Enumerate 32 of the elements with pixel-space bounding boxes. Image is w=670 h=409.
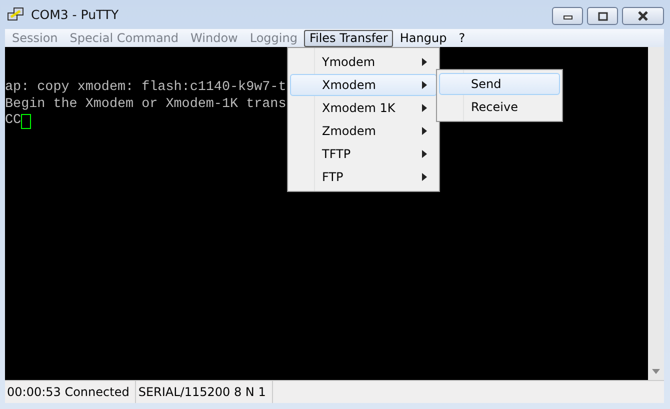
maximize-button[interactable] xyxy=(587,7,618,25)
close-icon xyxy=(637,11,649,21)
menu-item[interactable]: Hangup xyxy=(394,30,452,46)
maximize-icon xyxy=(598,12,608,20)
scrollbar[interactable] xyxy=(648,47,664,380)
menu-option[interactable]: TFTP xyxy=(290,143,437,165)
menu-item[interactable]: Files Transfer xyxy=(304,30,393,46)
submenu-arrow-icon xyxy=(422,58,427,66)
computer-icon xyxy=(7,6,25,22)
menu-option[interactable]: Ymodem xyxy=(290,51,437,73)
submenu-arrow-icon xyxy=(422,127,427,135)
status-text: SERIAL/115200 8 N 1 xyxy=(136,381,273,403)
terminal-text: CC xyxy=(5,113,22,130)
submenu-arrow-icon xyxy=(422,150,427,158)
scroll-down-icon xyxy=(652,369,660,374)
window-title: COM3 - PuTTY xyxy=(31,7,119,22)
menu-option[interactable]: Xmodem xyxy=(290,74,437,96)
submenu-arrow-icon xyxy=(422,81,427,89)
menu-option[interactable]: Send xyxy=(439,73,560,95)
terminal-text: Begin the Xmodem or Xmodem-1K trans xyxy=(5,96,286,113)
menu-item[interactable]: ? xyxy=(454,30,470,46)
menu-option[interactable]: Receive xyxy=(439,96,560,118)
minimize-button[interactable] xyxy=(552,7,583,25)
menu-option[interactable]: Xmodem 1K xyxy=(290,97,437,119)
terminal-text: ap: copy xmodem: flash:c1140-k9w7-t xyxy=(5,80,286,96)
submenu-arrow-icon xyxy=(422,173,427,181)
menu-option[interactable]: Zmodem xyxy=(290,120,437,142)
status-text: 00:00:53 Connected xyxy=(5,381,136,403)
cursor xyxy=(21,114,32,129)
close-button[interactable] xyxy=(622,7,664,25)
menu-option[interactable]: FTP xyxy=(290,166,437,188)
submenu-arrow-icon xyxy=(422,104,427,112)
